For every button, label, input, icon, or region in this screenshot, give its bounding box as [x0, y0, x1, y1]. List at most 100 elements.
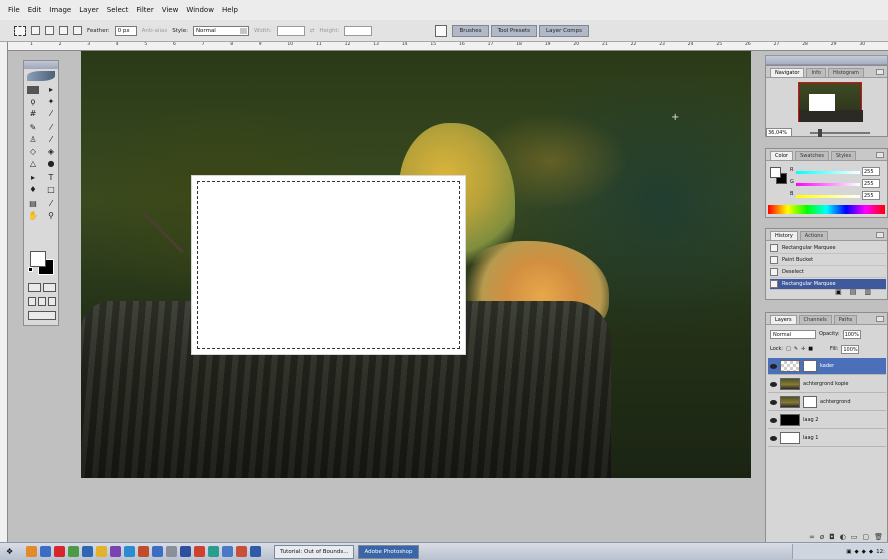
quicklaunch-icon[interactable] [124, 546, 136, 557]
menu-window[interactable]: Window [186, 6, 214, 14]
history-brush-icon[interactable]: ⁄ [45, 135, 57, 144]
menu-select[interactable]: Select [107, 6, 129, 14]
menu-file[interactable]: File [8, 6, 20, 14]
start-button-icon[interactable]: ❖ [6, 547, 13, 556]
menu-image[interactable]: Image [49, 6, 71, 14]
color-spectrum-bar[interactable] [768, 205, 885, 214]
subtract-selection-icon[interactable] [59, 26, 68, 35]
navigator-thumbnail[interactable] [798, 82, 863, 122]
lasso-tool-icon[interactable]: ϙ [27, 97, 39, 106]
quicklaunch-icon[interactable] [180, 546, 192, 557]
blur-tool-icon[interactable]: △ [27, 159, 39, 168]
tab-color[interactable]: Color [770, 151, 794, 160]
screen-mode-1-icon[interactable] [28, 297, 36, 306]
panel-menu-icon[interactable] [876, 69, 884, 75]
intersect-selection-icon[interactable] [73, 26, 82, 35]
well-tab-layer-comps[interactable]: Layer Comps [539, 24, 590, 37]
panel-menu-icon[interactable] [876, 316, 884, 322]
channel-slider-bar[interactable] [796, 195, 860, 198]
rectangular-marquee-icon[interactable] [14, 25, 26, 36]
tab-info[interactable]: Info [806, 68, 826, 77]
delete-layer-icon[interactable]: 🗑 [874, 533, 883, 541]
color-fg-swatch[interactable] [770, 167, 781, 178]
quicklaunch-icon[interactable] [40, 546, 52, 557]
width-input[interactable] [276, 25, 305, 36]
move-tool-icon[interactable]: ▸ [45, 85, 57, 94]
menu-edit[interactable]: Edit [28, 6, 42, 14]
tab-channels[interactable]: Channels [798, 315, 832, 324]
style-select[interactable]: Normal [192, 25, 249, 36]
tab-paths[interactable]: Paths [833, 315, 858, 324]
tab-swatches[interactable]: Swatches [795, 151, 829, 160]
swap-icon[interactable]: ⇄ [310, 28, 315, 34]
layer-style-icon[interactable]: ø [820, 533, 824, 541]
layer-row[interactable]: laag 1 [768, 430, 886, 447]
quicklaunch-icon[interactable] [166, 546, 178, 557]
history-item[interactable]: Paint Bucket [770, 255, 886, 266]
taskbar-button[interactable]: Tutorial: Out of Bounds... [274, 544, 355, 559]
dodge-tool-icon[interactable]: ● [45, 159, 57, 168]
quicklaunch-icon[interactable] [208, 546, 220, 557]
tab-histogram[interactable]: Histogram [827, 68, 864, 77]
add-mask-icon[interactable]: ◘ [829, 533, 835, 541]
menu-help[interactable]: Help [222, 6, 238, 14]
panel-menu-icon[interactable] [876, 232, 884, 238]
height-input[interactable] [344, 25, 373, 36]
blend-mode-select[interactable]: Normal [770, 329, 816, 339]
tab-navigator[interactable]: Navigator [770, 68, 805, 77]
tray-icon[interactable]: ◆ [869, 549, 873, 555]
lock-image-icon[interactable]: ✎ [794, 346, 798, 352]
layer-row[interactable]: achtergrond kopie [768, 376, 886, 393]
slice-tool-icon[interactable]: ⁄ [45, 109, 57, 118]
quicklaunch-icon[interactable] [194, 546, 206, 557]
visibility-eye-icon[interactable] [770, 399, 777, 405]
quicklaunch-icon[interactable] [236, 546, 248, 557]
marquee-tool-icon[interactable] [27, 86, 39, 94]
feather-input[interactable]: 0 px [114, 25, 137, 36]
tray-icon[interactable]: ◆ [862, 549, 866, 555]
quick-mask-icon[interactable] [43, 283, 56, 292]
layer-row[interactable]: laag 2 [768, 412, 886, 429]
history-delete-icon[interactable]: ▥ [864, 288, 871, 299]
photoshop-feather-icon[interactable] [27, 71, 55, 81]
foreground-color-swatch[interactable] [30, 251, 46, 267]
channel-value-input[interactable]: 255 [862, 179, 880, 188]
tab-styles[interactable]: Styles [830, 151, 857, 160]
brush-tool-icon[interactable]: ⁄ [45, 123, 57, 132]
color-fg-bg-swatches[interactable] [770, 167, 788, 185]
fill-input[interactable]: 100% [841, 344, 860, 354]
quicklaunch-icon[interactable] [68, 546, 80, 557]
default-colors-icon[interactable] [28, 267, 33, 272]
navigator-zoom-slider[interactable] [810, 129, 870, 137]
navigator-zoom-input[interactable]: 36,04% [766, 128, 792, 137]
pen-tool-icon[interactable]: ♦ [27, 185, 39, 194]
notes-tool-icon[interactable]: ▤ [27, 199, 39, 208]
tray-icon[interactable]: ◆ [854, 549, 858, 555]
quicklaunch-icon[interactable] [110, 546, 122, 557]
opacity-input[interactable]: 100% [842, 329, 861, 339]
path-select-icon[interactable]: ▸ [27, 173, 39, 182]
shape-tool-icon[interactable]: □ [45, 185, 57, 194]
clone-stamp-icon[interactable]: ♙ [27, 135, 39, 144]
new-selection-icon[interactable] [31, 26, 40, 35]
quicklaunch-icon[interactable] [82, 546, 94, 557]
document-canvas[interactable]: + [81, 51, 751, 478]
history-item[interactable]: Deselect [770, 267, 886, 278]
channel-slider-bar[interactable] [796, 171, 860, 174]
lock-position-icon[interactable]: ✛ [801, 346, 805, 352]
antialias-label[interactable]: Anti-alias [142, 28, 168, 34]
visibility-eye-icon[interactable] [770, 363, 777, 369]
quicklaunch-icon[interactable] [222, 546, 234, 557]
well-tab-brushes[interactable]: Brushes [452, 24, 489, 37]
menu-layer[interactable]: Layer [79, 6, 99, 14]
jump-to-imageready-icon[interactable] [28, 311, 56, 320]
layer-row[interactable]: kader [768, 358, 886, 375]
taskbar-button[interactable]: Adobe Photoshop [358, 544, 419, 559]
menu-view[interactable]: View [162, 6, 179, 14]
screen-mode-2-icon[interactable] [38, 297, 46, 306]
history-new-doc-icon[interactable]: ▤ [850, 288, 857, 299]
panel-menu-icon[interactable] [876, 152, 884, 158]
standard-mode-icon[interactable] [28, 283, 41, 292]
tray-icon[interactable]: ▣ [846, 549, 851, 555]
screen-mode-3-icon[interactable] [48, 297, 56, 306]
